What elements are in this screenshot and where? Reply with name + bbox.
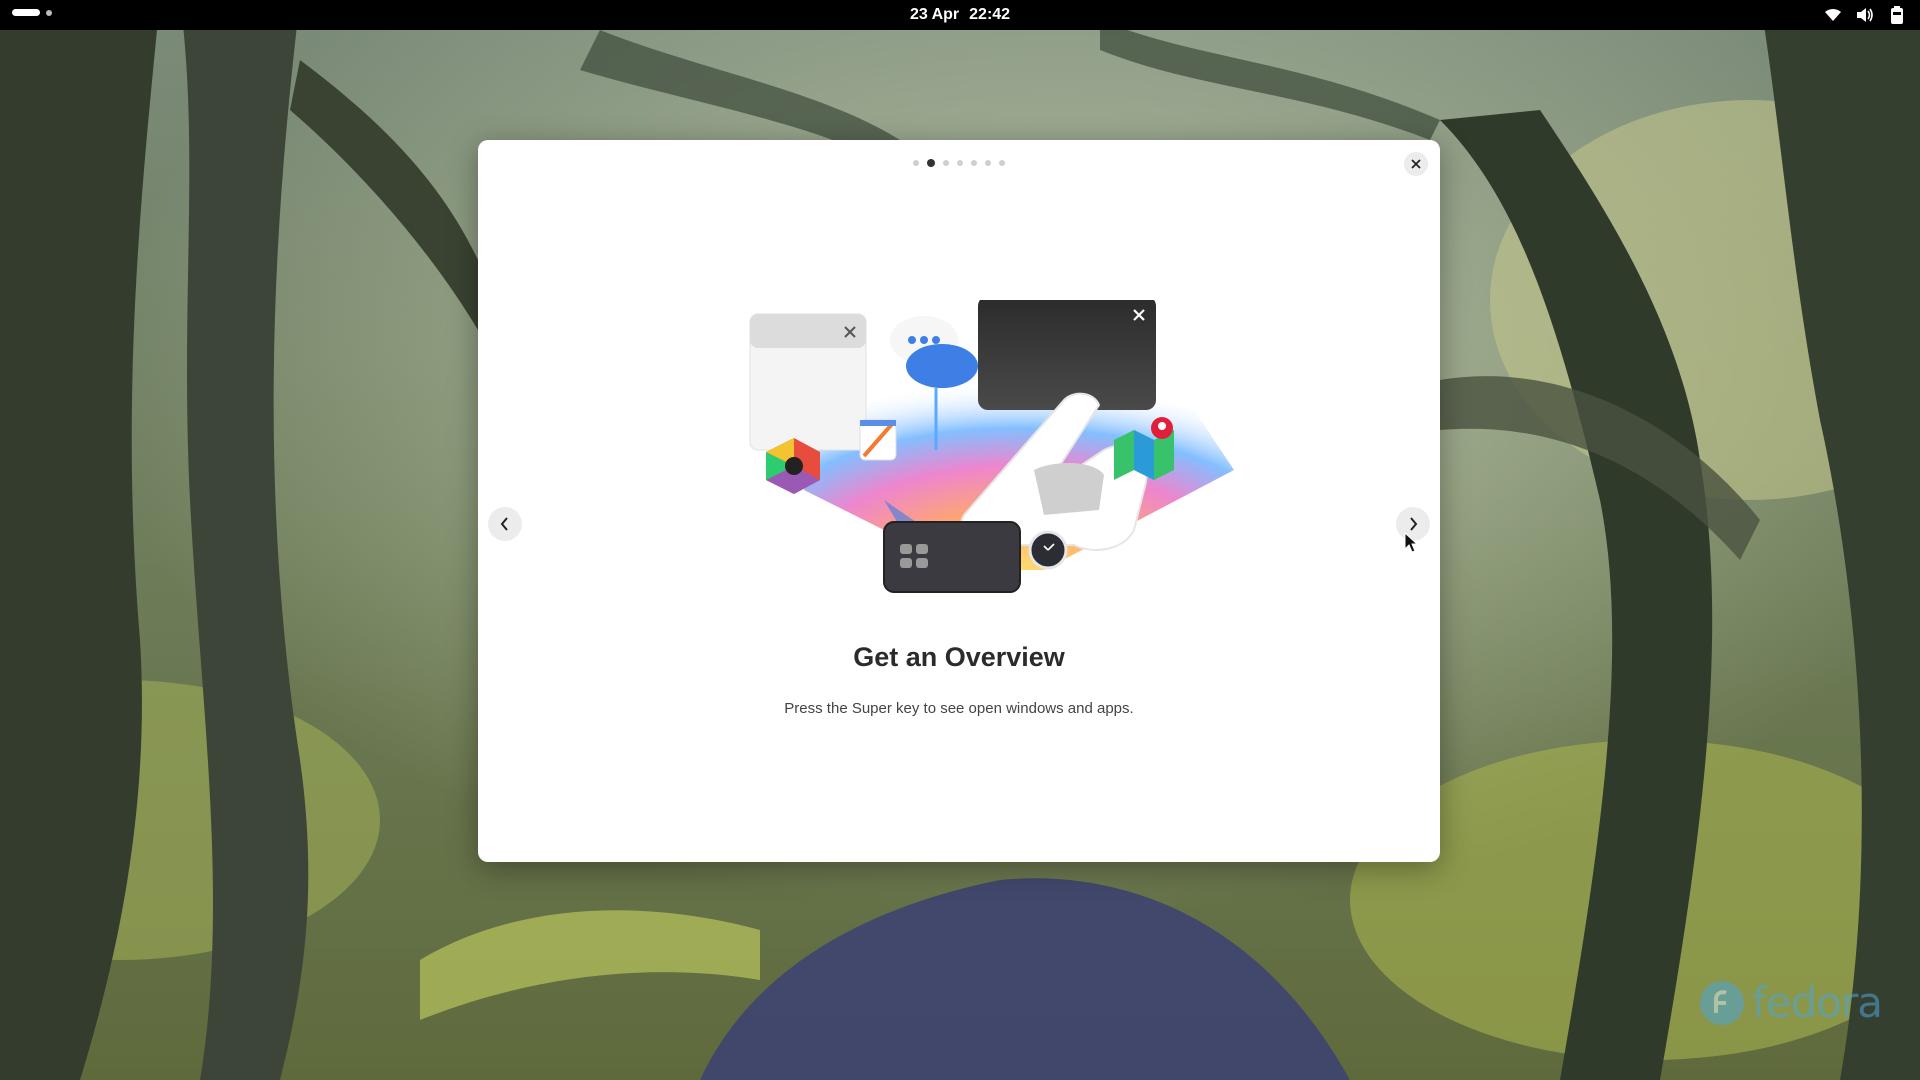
dark-window-graphic xyxy=(978,296,1156,410)
fedora-wordmark: fedora xyxy=(1752,978,1883,1027)
page-description: Press the Super key to see open windows … xyxy=(784,700,1134,717)
mouse-pointer-icon xyxy=(1404,531,1419,559)
page-dot-7[interactable] xyxy=(999,160,1005,166)
welcome-tour-dialog: Get an Overview Press the Super key to s… xyxy=(478,140,1440,862)
top-bar: 23 Apr 22:42 xyxy=(0,0,1920,30)
close-button[interactable] xyxy=(1404,152,1428,176)
page-dot-2[interactable] xyxy=(927,159,935,167)
app-grid-icon xyxy=(883,521,1021,593)
clock-date[interactable]: 23 Apr xyxy=(910,6,959,24)
page-indicator xyxy=(478,159,1440,167)
page-dot-3[interactable] xyxy=(943,160,949,166)
previous-page-button[interactable] xyxy=(488,507,522,541)
chevron-left-icon xyxy=(500,517,508,531)
chevron-right-icon xyxy=(1410,517,1418,531)
page-dot-5[interactable] xyxy=(971,160,977,166)
overview-illustration xyxy=(714,296,1254,600)
page-dot-4[interactable] xyxy=(957,160,963,166)
text-editor-icon xyxy=(859,419,897,461)
page-title: Get an Overview xyxy=(853,642,1065,672)
clock: 23 Apr 22:42 xyxy=(0,0,1920,30)
light-window-graphic xyxy=(749,313,867,451)
system-tray[interactable] xyxy=(1824,6,1906,24)
fedora-logo-icon xyxy=(1700,980,1744,1025)
page-dot-1[interactable] xyxy=(913,160,919,166)
clock-icon xyxy=(1028,530,1068,570)
battery-icon[interactable] xyxy=(1888,6,1906,24)
page-dot-6[interactable] xyxy=(985,160,991,166)
fedora-logo: fedora xyxy=(1698,978,1883,1027)
close-icon xyxy=(1411,159,1421,169)
wifi-icon[interactable] xyxy=(1824,6,1842,24)
clock-time[interactable]: 22:42 xyxy=(969,6,1010,24)
volume-icon[interactable] xyxy=(1856,6,1874,24)
